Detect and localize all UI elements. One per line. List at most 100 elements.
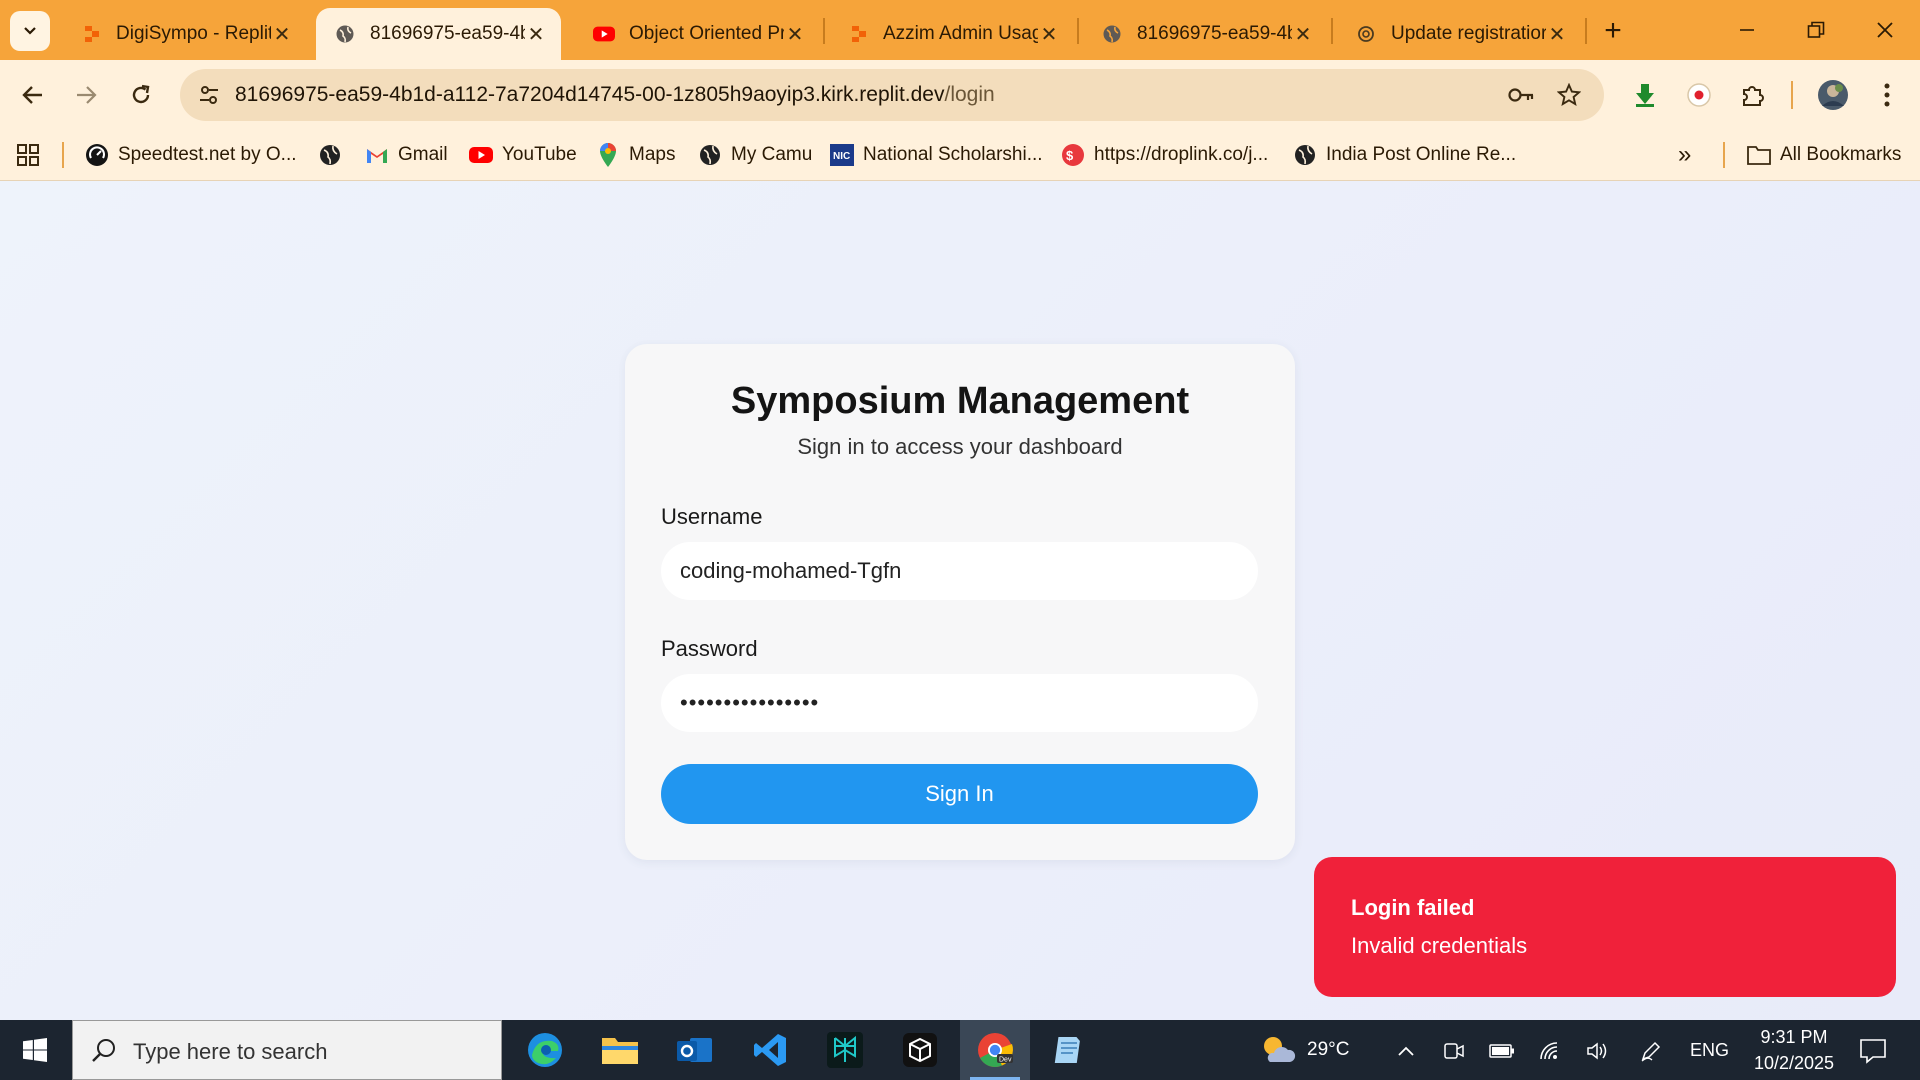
tab-search-button[interactable] [10, 11, 50, 51]
password-field[interactable] [661, 674, 1258, 732]
weather-temperature[interactable]: 29°C [1307, 1039, 1349, 1061]
reload-button[interactable] [121, 75, 161, 115]
page-content: Symposium Management Sign in to access y… [0, 181, 1920, 1020]
address-bar[interactable]: 81696975-ea59-4b1d-a112-7a7204d14745-00-… [180, 69, 1604, 121]
bookmark-label: National Scholarshi... [863, 144, 1043, 165]
tab-title: DigiSympo - Replit [116, 23, 271, 44]
perplexity-app[interactable] [810, 1020, 880, 1080]
bookmarks-overflow-button[interactable]: » [1678, 140, 1691, 170]
error-toast[interactable]: Login failed Invalid credentials [1314, 857, 1896, 997]
tab-replit-login-2[interactable]: 81696975-ea59-4b ✕ [1083, 8, 1328, 60]
notepad-icon [1054, 1037, 1080, 1063]
bookmark-youtube[interactable]: YouTube [469, 140, 577, 170]
wifi-icon[interactable] [1537, 1038, 1563, 1064]
restore-icon [1807, 21, 1825, 38]
bookmark-maps[interactable]: Maps [596, 140, 675, 170]
replit-icon [847, 23, 869, 45]
bookmark-label: https://droplink.co/j... [1094, 144, 1269, 165]
bookmark-label: Gmail [398, 144, 448, 165]
bookmark-speedtest[interactable]: Speedtest.net by O... [85, 140, 297, 170]
bookmark-droplink[interactable]: $ https://droplink.co/j... [1061, 140, 1268, 170]
all-bookmarks-button[interactable]: All Bookmarks [1747, 140, 1901, 170]
language-indicator[interactable]: ENG [1690, 1040, 1729, 1061]
outlook-app[interactable] [660, 1020, 730, 1080]
volume-icon[interactable] [1585, 1038, 1611, 1064]
username-field[interactable] [661, 542, 1258, 600]
bookmark-my-camu[interactable]: My Camu [698, 140, 812, 170]
pen-icon[interactable] [1638, 1038, 1664, 1064]
profile-avatar[interactable] [1813, 75, 1853, 115]
taskbar-search[interactable]: Type here to search [72, 1020, 502, 1080]
clock-time[interactable]: 9:31 PM [1754, 1027, 1834, 1048]
start-button[interactable] [0, 1020, 70, 1080]
gmail-icon [365, 143, 389, 167]
arrow-left-icon [22, 86, 42, 104]
close-icon[interactable]: ✕ [525, 22, 547, 47]
edge-app[interactable] [510, 1020, 580, 1080]
folder-icon [602, 1038, 638, 1064]
all-bookmarks-label: All Bookmarks [1780, 144, 1902, 165]
close-icon [1877, 22, 1893, 38]
bookmark-gmail[interactable]: Gmail [365, 140, 448, 170]
sign-in-button[interactable]: Sign In [661, 764, 1258, 824]
notification-icon[interactable] [1858, 1036, 1888, 1066]
tab-replit-login[interactable]: 81696975-ea59-4b ✕ [316, 8, 561, 60]
droplink-icon: $ [1061, 143, 1085, 167]
cube-app[interactable] [885, 1020, 955, 1080]
close-icon[interactable]: ✕ [1292, 22, 1314, 47]
minimize-button[interactable] [1717, 8, 1777, 52]
extensions-puzzle-icon[interactable] [1733, 75, 1773, 115]
weather-icon[interactable] [1260, 1032, 1296, 1068]
vscode-icon [754, 1034, 786, 1066]
forward-button[interactable] [66, 75, 106, 115]
download-icon[interactable] [1625, 75, 1665, 115]
back-button[interactable] [13, 75, 53, 115]
restore-button[interactable] [1786, 8, 1846, 52]
tab-youtube[interactable]: Object Oriented Pr ✕ [575, 8, 820, 60]
notepad-app[interactable] [1035, 1020, 1105, 1080]
meet-now-icon[interactable] [1441, 1038, 1467, 1064]
close-window-button[interactable] [1855, 8, 1915, 52]
star-icon[interactable] [1554, 80, 1584, 110]
bookmark-india-post[interactable]: India Post Online Re... [1293, 140, 1516, 170]
bookmark-label: India Post Online Re... [1326, 144, 1517, 165]
tab-separator [1077, 18, 1079, 44]
bookmarks-separator [1723, 142, 1725, 168]
bookmark-globe[interactable] [318, 140, 351, 170]
vscode-app[interactable] [735, 1020, 805, 1080]
record-extension-icon[interactable] [1679, 75, 1719, 115]
chevron-down-icon [24, 27, 36, 35]
close-icon[interactable]: ✕ [271, 22, 293, 47]
tab-chatgpt[interactable]: Update registratior ✕ [1337, 8, 1582, 60]
tab-azzim-admin[interactable]: Azzim Admin Usag ✕ [829, 8, 1074, 60]
password-key-icon[interactable] [1506, 80, 1536, 110]
globe-icon [334, 23, 356, 45]
bookmark-national-scholarship[interactable]: NIC National Scholarshi... [830, 140, 1043, 170]
bookmark-label: My Camu [731, 144, 813, 165]
svg-text:NIC: NIC [833, 151, 850, 162]
url-path: /login [944, 83, 995, 106]
tab-digisympo[interactable]: DigiSympo - Replit ✕ [62, 8, 307, 60]
bookmark-label: Maps [629, 144, 676, 165]
clock-date[interactable]: 10/2/2025 [1744, 1053, 1844, 1074]
maps-icon [596, 143, 620, 167]
folder-icon [1747, 143, 1771, 167]
password-label: Password [661, 636, 758, 661]
bookmarks-separator [62, 142, 64, 168]
apps-icon[interactable] [16, 140, 40, 170]
site-settings-icon[interactable] [194, 80, 224, 110]
close-icon[interactable]: ✕ [1546, 22, 1568, 47]
arrow-right-icon [77, 86, 97, 104]
chevron-up-icon[interactable] [1393, 1038, 1419, 1064]
battery-icon[interactable] [1489, 1038, 1515, 1064]
nic-icon: NIC [830, 143, 854, 167]
globe-icon [318, 143, 342, 167]
file-explorer-app[interactable] [585, 1020, 655, 1080]
replit-icon [80, 23, 102, 45]
close-icon[interactable]: ✕ [784, 22, 806, 47]
new-tab-button[interactable]: + [1596, 14, 1630, 48]
chrome-dev-app[interactable]: Dev [960, 1020, 1030, 1080]
url-text[interactable]: 81696975-ea59-4b1d-a112-7a7204d14745-00-… [235, 83, 995, 107]
kebab-menu-icon[interactable] [1867, 75, 1907, 115]
close-icon[interactable]: ✕ [1038, 22, 1060, 47]
